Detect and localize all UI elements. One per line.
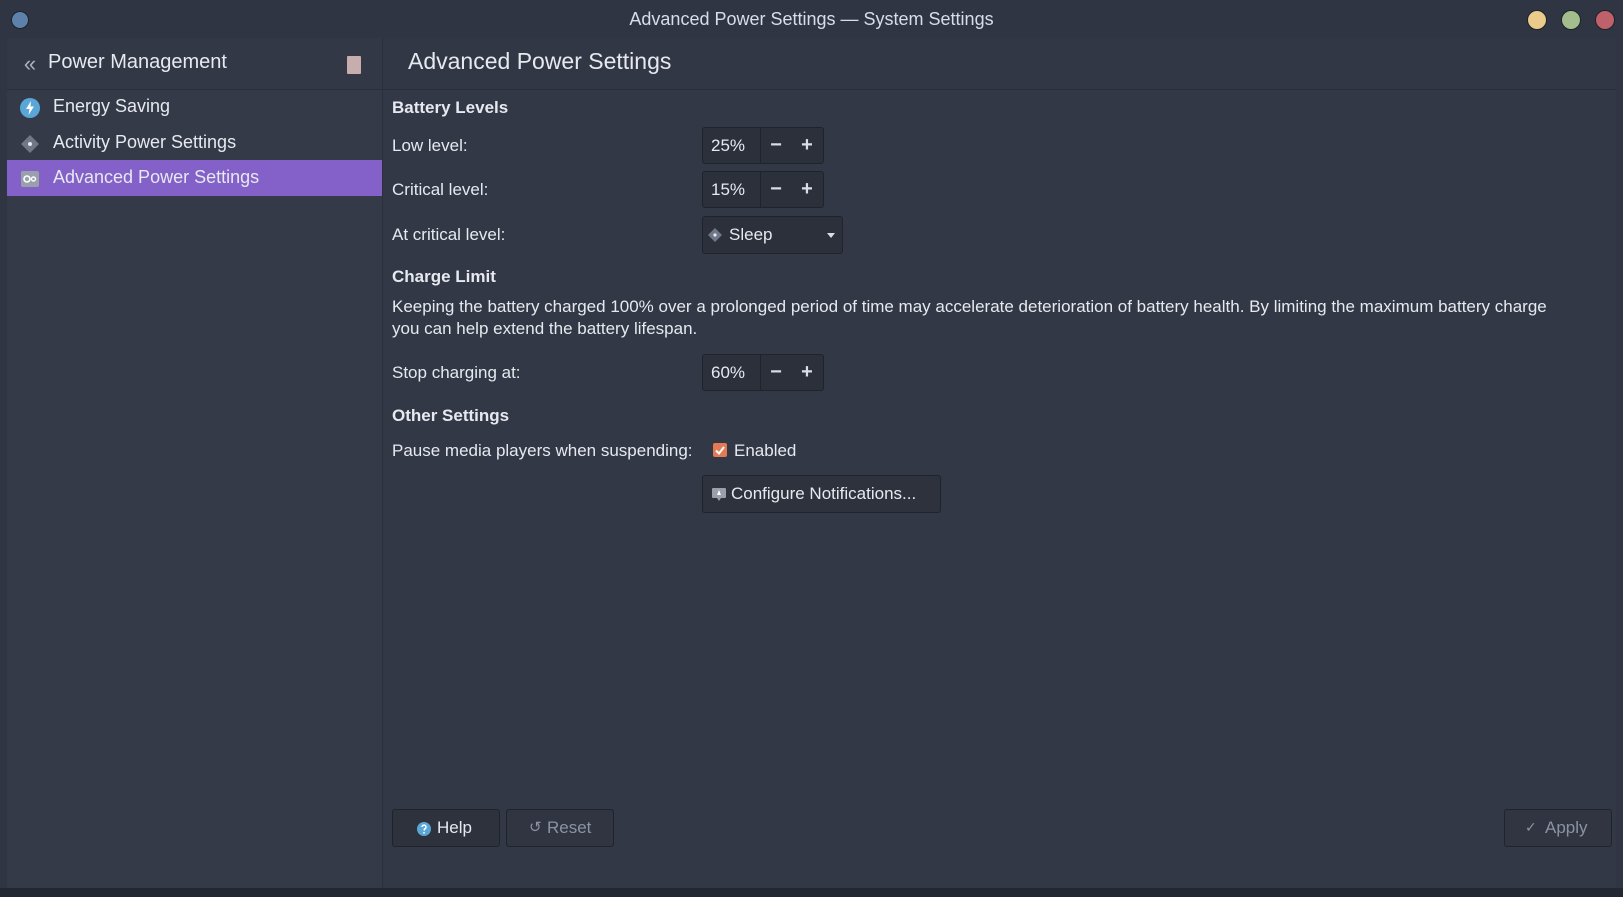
pin-icon[interactable] [347, 56, 361, 74]
apply-label: Apply [1545, 818, 1588, 837]
charge-limit-description: Keeping the battery charged 100% over a … [392, 297, 1547, 338]
apply-button[interactable]: ✓ Apply [1504, 809, 1612, 847]
spinbox-divider [760, 128, 761, 163]
window-title: Advanced Power Settings — System Setting… [629, 9, 994, 29]
sidebar-item-label: Advanced Power Settings [53, 167, 260, 187]
help-icon [417, 822, 431, 836]
at-critical-level-label: At critical level: [392, 225, 506, 244]
chevron-down-icon [827, 233, 835, 238]
reset-label: Reset [547, 818, 592, 837]
sleep-icon [708, 228, 722, 242]
critical-level-value[interactable]: 15% [711, 180, 745, 200]
energy-saving-icon [20, 98, 40, 118]
spinbox-divider [760, 172, 761, 207]
checkmark-icon [715, 446, 725, 456]
critical-level-label: Critical level: [392, 180, 489, 199]
low-level-spinbox[interactable]: 25% − + [702, 127, 824, 164]
sidebar-item-label: Energy Saving [53, 96, 171, 116]
spinbox-divider [760, 355, 761, 390]
checkmark-icon: ✓ [1525, 819, 1537, 835]
sidebar-item-energy-saving[interactable]: Energy Saving [7, 89, 382, 125]
sidebar-item-advanced-power-settings[interactable]: Advanced Power Settings [7, 160, 382, 196]
reset-button[interactable]: ↺ Reset [506, 809, 614, 847]
page-title: Advanced Power Settings [408, 48, 672, 74]
help-label: Help [437, 818, 472, 837]
pause-media-label: Pause media players when suspending: [392, 441, 693, 460]
low-level-label: Low level: [392, 136, 468, 155]
undo-icon: ↺ [529, 819, 542, 836]
critical-level-decrement-button[interactable]: − [762, 176, 790, 203]
title-bar: Advanced Power Settings — System Setting… [0, 0, 1623, 38]
help-button[interactable]: Help [392, 809, 500, 847]
stop-charging-spinbox[interactable]: 60% − + [702, 354, 824, 391]
critical-level-increment-button[interactable]: + [793, 176, 821, 203]
maximize-button[interactable] [1561, 10, 1581, 30]
sidebar-item-activity-power-settings[interactable]: Activity Power Settings [7, 125, 382, 161]
low-level-increment-button[interactable]: + [793, 132, 821, 159]
main-header: Advanced Power Settings [383, 38, 1616, 90]
charge-limit-heading: Charge Limit [392, 267, 496, 286]
notification-icon [712, 488, 726, 501]
other-settings-heading: Other Settings [392, 406, 510, 425]
sidebar-header: « Power Management [7, 38, 382, 90]
main-panel: Advanced Power Settings Battery Levels L… [383, 38, 1616, 888]
activity-icon [20, 134, 40, 154]
low-level-decrement-button[interactable]: − [762, 132, 790, 159]
back-icon[interactable]: « [20, 53, 40, 75]
close-button[interactable] [1595, 10, 1615, 30]
advanced-settings-icon [20, 169, 40, 189]
pause-media-checkbox-label[interactable]: Enabled [734, 441, 796, 461]
stop-charging-increment-button[interactable]: + [793, 359, 821, 386]
stop-charging-decrement-button[interactable]: − [762, 359, 790, 386]
critical-level-spinbox[interactable]: 15% − + [702, 171, 824, 208]
at-critical-level-value: Sleep [729, 225, 773, 244]
minimize-button[interactable] [1527, 10, 1547, 30]
sidebar: « Power Management Energy Saving Activit… [7, 38, 383, 888]
battery-levels-heading: Battery Levels [392, 98, 509, 117]
low-level-value[interactable]: 25% [711, 136, 745, 156]
configure-notifications-label: Configure Notifications... [731, 484, 917, 503]
at-critical-level-dropdown[interactable]: Sleep [702, 216, 843, 254]
system-settings-window: Advanced Power Settings — System Setting… [0, 0, 1623, 888]
stop-charging-value[interactable]: 60% [711, 363, 745, 383]
sidebar-item-label: Activity Power Settings [53, 132, 237, 152]
pause-media-checkbox[interactable] [713, 443, 727, 457]
configure-notifications-button[interactable]: Configure Notifications... [702, 475, 941, 513]
sidebar-title: Power Management [48, 51, 227, 73]
stop-charging-label: Stop charging at: [392, 363, 521, 382]
